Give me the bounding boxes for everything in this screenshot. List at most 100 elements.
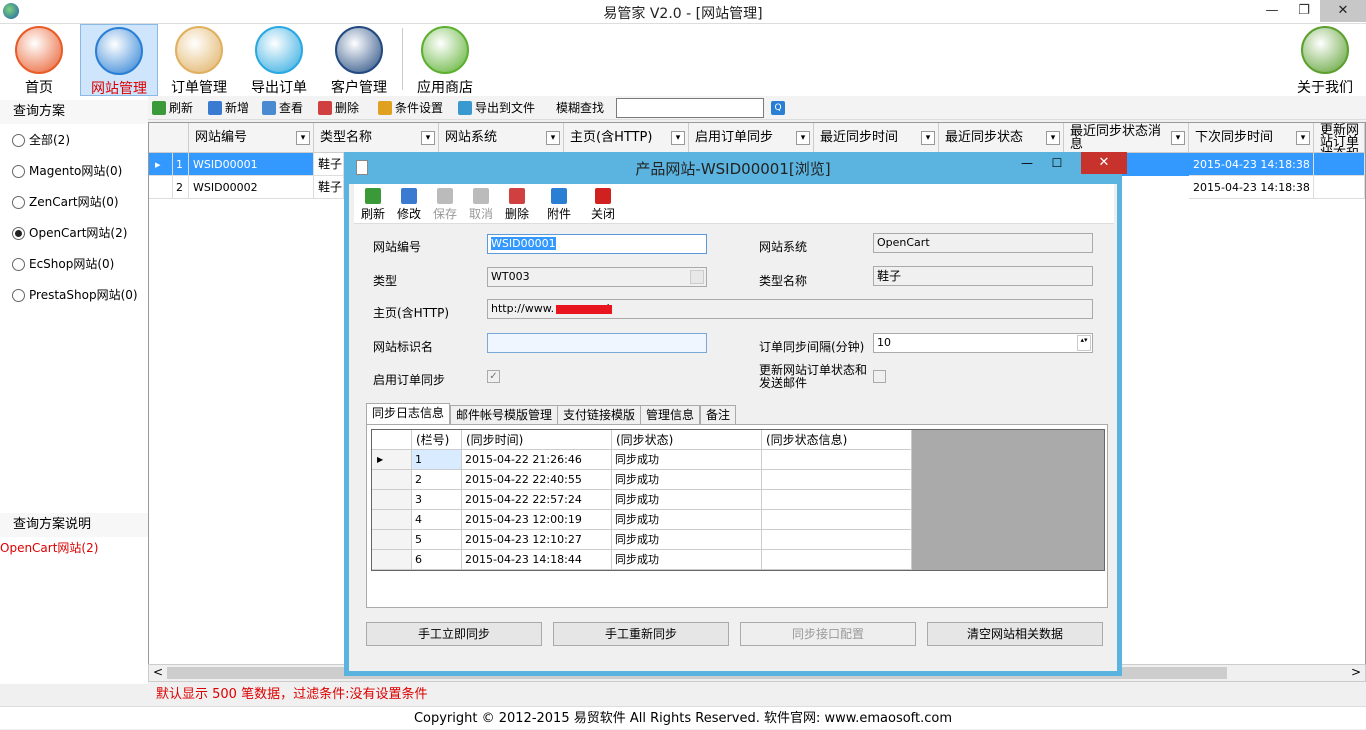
cell-no[interactable]: 3 xyxy=(412,490,462,510)
ribbon-order-manage[interactable]: 订单管理 xyxy=(160,24,238,96)
col-header[interactable]: (栏号) xyxy=(412,430,462,450)
scroll-right-icon[interactable]: > xyxy=(1351,665,1361,679)
ribbon-website-manage[interactable]: 网站管理 xyxy=(80,24,158,97)
add-button[interactable]: 新增 xyxy=(208,99,249,117)
cell-state[interactable]: 同步成功 xyxy=(612,470,762,490)
dialog-close-button[interactable]: ✕ xyxy=(1081,152,1127,174)
ident-field[interactable] xyxy=(487,333,707,353)
cell-time[interactable]: 2015-04-23 14:18:44 xyxy=(462,550,612,570)
cell-time[interactable]: 2015-04-22 22:40:55 xyxy=(462,470,612,490)
dialog-minimize-button[interactable]: — xyxy=(1014,152,1040,174)
typename-field[interactable]: 鞋子 xyxy=(873,266,1093,286)
cell-info[interactable] xyxy=(762,490,912,510)
dialog-attachment-button[interactable]: 附件 xyxy=(542,186,576,222)
update-checkbox[interactable] xyxy=(873,370,886,383)
col-header[interactable]: 主页(含HTTP) ▾ xyxy=(564,123,689,153)
dialog-cancel-button[interactable]: 取消 xyxy=(464,186,498,222)
interval-stepper[interactable]: 10 ▴▾ xyxy=(873,333,1093,353)
chevron-down-icon[interactable]: ▾ xyxy=(796,131,810,145)
tab-payment-template[interactable]: 支付链接模版 xyxy=(557,405,642,424)
cell-no[interactable]: 1 xyxy=(412,450,462,470)
col-header[interactable]: (同步时间) xyxy=(462,430,612,450)
dialog-maximize-button[interactable]: ☐ xyxy=(1044,152,1070,174)
scheme-option-zencart[interactable]: ZenCart网站(0) xyxy=(12,193,119,211)
type-field[interactable]: WT003 xyxy=(487,267,707,287)
search-icon[interactable]: Q xyxy=(771,101,785,115)
sync-checkbox[interactable]: ✓ xyxy=(487,370,500,383)
cell-no[interactable]: 2 xyxy=(412,470,462,490)
ribbon-about-us[interactable]: 关于我们 xyxy=(1286,24,1364,96)
lookup-icon[interactable] xyxy=(690,270,704,284)
col-header[interactable]: (同步状态) xyxy=(612,430,762,450)
col-header[interactable]: (同步状态信息) xyxy=(762,430,912,450)
cell-info[interactable] xyxy=(762,470,912,490)
cell-state[interactable]: 同步成功 xyxy=(612,510,762,530)
ribbon-customer-manage[interactable]: 客户管理 xyxy=(320,24,398,96)
cell-state[interactable]: 同步成功 xyxy=(612,490,762,510)
ribbon-app-store[interactable]: 应用商店 xyxy=(406,24,484,96)
maximize-button[interactable]: ❐ xyxy=(1288,0,1320,22)
spin-icon[interactable]: ▴▾ xyxy=(1077,335,1091,351)
cell-no[interactable]: 5 xyxy=(412,530,462,550)
cell-info[interactable] xyxy=(762,550,912,570)
cell-info[interactable] xyxy=(762,450,912,470)
scroll-left-icon[interactable]: < xyxy=(153,665,163,679)
tab-manage-info[interactable]: 管理信息 xyxy=(640,405,701,424)
scheme-option-all[interactable]: 全部(2) xyxy=(12,131,70,149)
cell-no[interactable]: 4 xyxy=(412,510,462,530)
col-header[interactable]: 最近同步时间 ▾ xyxy=(814,123,939,153)
col-header[interactable]: 网站系统 ▾ xyxy=(439,123,564,153)
delete-button[interactable]: 删除 xyxy=(318,99,359,117)
cell-state[interactable]: 同步成功 xyxy=(612,530,762,550)
system-field[interactable]: OpenCart xyxy=(873,233,1093,253)
chevron-down-icon[interactable]: ▾ xyxy=(1296,131,1310,145)
cell-state[interactable]: 同步成功 xyxy=(612,450,762,470)
view-button[interactable]: 查看 xyxy=(262,99,303,117)
chevron-down-icon[interactable]: ▾ xyxy=(546,131,560,145)
clear-site-data-button[interactable]: 清空网站相关数据 xyxy=(927,622,1103,646)
refresh-button[interactable]: 刷新 xyxy=(152,99,193,117)
tab-notes[interactable]: 备注 xyxy=(700,405,737,424)
col-header[interactable]: 下次同步时间 ▾ xyxy=(1189,123,1314,153)
tab-email-template[interactable]: 邮件帐号模版管理 xyxy=(450,405,559,424)
dialog-save-button[interactable]: 保存 xyxy=(428,186,462,222)
scheme-option-prestashop[interactable]: PrestaShop网站(0) xyxy=(12,286,138,304)
code-field[interactable]: WSID00001 xyxy=(487,234,707,254)
cell-state[interactable]: 同步成功 xyxy=(612,550,762,570)
minimize-button[interactable]: — xyxy=(1256,0,1288,22)
scheme-option-ecshop[interactable]: EcShop网站(0) xyxy=(12,255,114,273)
chevron-down-icon[interactable]: ▾ xyxy=(921,131,935,145)
cell-time[interactable]: 2015-04-23 12:00:19 xyxy=(462,510,612,530)
cell-info[interactable] xyxy=(762,530,912,550)
col-header[interactable]: 网站编号 ▾ xyxy=(189,123,314,153)
scheme-option-opencart[interactable]: OpenCart网站(2) xyxy=(12,224,127,242)
home-field[interactable]: http://www. .nl xyxy=(487,299,1093,319)
dialog-close-tool-button[interactable]: 关闭 xyxy=(586,186,620,222)
col-header[interactable]: 启用订单同步 ▾ xyxy=(689,123,814,153)
chevron-down-icon[interactable]: ▾ xyxy=(671,131,685,145)
dialog-edit-button[interactable]: 修改 xyxy=(392,186,426,222)
manual-sync-now-button[interactable]: 手工立即同步 xyxy=(366,622,542,646)
col-header[interactable]: 更新网站订单状态和发送 xyxy=(1314,123,1365,153)
dialog-refresh-button[interactable]: 刷新 xyxy=(356,186,390,222)
fuzzy-search-input[interactable] xyxy=(616,98,764,118)
chevron-down-icon[interactable]: ▾ xyxy=(296,131,310,145)
cell-time[interactable]: 2015-04-23 12:10:27 xyxy=(462,530,612,550)
filter-settings-button[interactable]: 条件设置 xyxy=(378,99,443,117)
chevron-down-icon[interactable]: ▾ xyxy=(1046,131,1060,145)
chevron-down-icon[interactable]: ▾ xyxy=(1171,131,1185,145)
cell-time[interactable]: 2015-04-22 21:26:46 xyxy=(462,450,612,470)
col-header[interactable]: 最近同步状态 ▾ xyxy=(939,123,1064,153)
chevron-down-icon[interactable]: ▾ xyxy=(421,131,435,145)
export-file-button[interactable]: 导出到文件 xyxy=(458,99,535,117)
manual-resync-button[interactable]: 手工重新同步 xyxy=(553,622,729,646)
col-header[interactable]: 最近同步状态消息 ▾ xyxy=(1064,123,1189,153)
scheme-option-magento[interactable]: Magento网站(0) xyxy=(12,162,122,180)
ribbon-export-orders[interactable]: 导出订单 xyxy=(240,24,318,96)
sync-interface-config-button[interactable]: 同步接口配置 xyxy=(740,622,916,646)
cell-time[interactable]: 2015-04-22 22:57:24 xyxy=(462,490,612,510)
close-button[interactable]: ✕ xyxy=(1320,0,1366,22)
cell-info[interactable] xyxy=(762,510,912,530)
cell-no[interactable]: 6 xyxy=(412,550,462,570)
ribbon-home[interactable]: 首页 xyxy=(0,24,78,96)
